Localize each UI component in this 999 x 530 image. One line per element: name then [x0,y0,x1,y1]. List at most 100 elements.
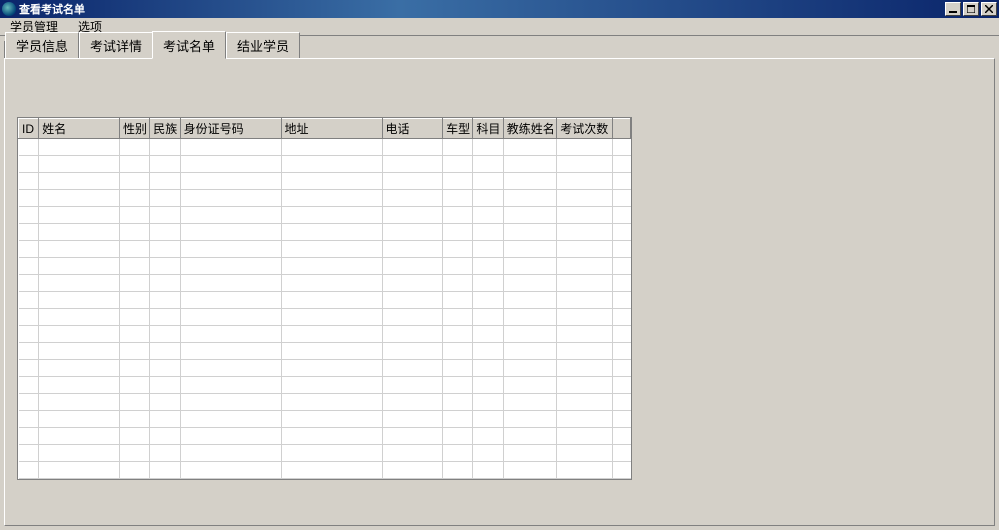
table-cell[interactable] [503,275,557,292]
table-cell[interactable] [473,445,503,462]
table-cell[interactable] [150,292,180,309]
table-cell[interactable] [473,326,503,343]
table-cell[interactable] [612,445,630,462]
table-cell[interactable] [382,241,443,258]
table-cell[interactable] [612,309,630,326]
table-cell[interactable] [612,394,630,411]
table-cell[interactable] [19,428,39,445]
table-cell[interactable] [473,309,503,326]
table-row[interactable] [19,394,631,411]
tab-exam-list[interactable]: 考试名单 [152,31,226,59]
table-cell[interactable] [382,343,443,360]
table-cell[interactable] [39,326,120,343]
table-cell[interactable] [557,377,613,394]
table-cell[interactable] [180,173,281,190]
table-cell[interactable] [150,360,180,377]
table-cell[interactable] [473,258,503,275]
table-cell[interactable] [180,462,281,479]
table-cell[interactable] [39,224,120,241]
table-cell[interactable] [39,411,120,428]
table-cell[interactable] [281,156,382,173]
table-cell[interactable] [150,326,180,343]
table-cell[interactable] [180,275,281,292]
table-cell[interactable] [473,224,503,241]
table-row[interactable] [19,139,631,156]
table-cell[interactable] [19,309,39,326]
table-cell[interactable] [180,343,281,360]
table-cell[interactable] [473,156,503,173]
table-row[interactable] [19,258,631,275]
table-cell[interactable] [119,360,149,377]
table-cell[interactable] [557,207,613,224]
table-row[interactable] [19,241,631,258]
table-cell[interactable] [19,224,39,241]
table-cell[interactable] [557,224,613,241]
table-cell[interactable] [557,360,613,377]
table-cell[interactable] [473,343,503,360]
table-cell[interactable] [19,258,39,275]
tab-grad-student[interactable]: 结业学员 [226,32,300,58]
table-cell[interactable] [180,241,281,258]
table-cell[interactable] [382,377,443,394]
table-cell[interactable] [443,258,473,275]
table-cell[interactable] [39,275,120,292]
table-cell[interactable] [473,411,503,428]
table-cell[interactable] [503,360,557,377]
table-cell[interactable] [180,292,281,309]
table-cell[interactable] [180,309,281,326]
table-cell[interactable] [443,326,473,343]
table-cell[interactable] [281,326,382,343]
table-cell[interactable] [39,377,120,394]
table-cell[interactable] [119,156,149,173]
table-cell[interactable] [119,326,149,343]
table-cell[interactable] [119,224,149,241]
table-cell[interactable] [119,275,149,292]
table-cell[interactable] [382,326,443,343]
table-cell[interactable] [150,428,180,445]
table-cell[interactable] [19,292,39,309]
table-cell[interactable] [443,139,473,156]
table-cell[interactable] [150,445,180,462]
table-cell[interactable] [150,343,180,360]
table-cell[interactable] [557,173,613,190]
table-cell[interactable] [382,224,443,241]
table-cell[interactable] [443,275,473,292]
table-cell[interactable] [180,445,281,462]
table-cell[interactable] [119,394,149,411]
table-cell[interactable] [19,411,39,428]
table-cell[interactable] [443,411,473,428]
table-cell[interactable] [150,394,180,411]
table-cell[interactable] [39,292,120,309]
table-cell[interactable] [557,326,613,343]
table-cell[interactable] [150,190,180,207]
table-cell[interactable] [150,173,180,190]
table-cell[interactable] [557,394,613,411]
table-cell[interactable] [281,377,382,394]
table-cell[interactable] [382,462,443,479]
table-cell[interactable] [119,462,149,479]
table-cell[interactable] [39,173,120,190]
table-cell[interactable] [281,360,382,377]
table-cell[interactable] [557,292,613,309]
table-cell[interactable] [150,241,180,258]
table-cell[interactable] [443,207,473,224]
table-cell[interactable] [281,445,382,462]
maximize-button[interactable] [963,2,979,16]
table-cell[interactable] [443,343,473,360]
table-cell[interactable] [503,190,557,207]
table-cell[interactable] [19,207,39,224]
table-cell[interactable] [180,258,281,275]
table-cell[interactable] [473,428,503,445]
table-cell[interactable] [473,173,503,190]
table-cell[interactable] [503,241,557,258]
table-cell[interactable] [473,241,503,258]
table-cell[interactable] [281,190,382,207]
table-cell[interactable] [281,428,382,445]
table-cell[interactable] [180,377,281,394]
table-cell[interactable] [473,139,503,156]
table-cell[interactable] [612,156,630,173]
table-cell[interactable] [281,462,382,479]
table-cell[interactable] [119,309,149,326]
table-cell[interactable] [150,462,180,479]
table-cell[interactable] [382,207,443,224]
